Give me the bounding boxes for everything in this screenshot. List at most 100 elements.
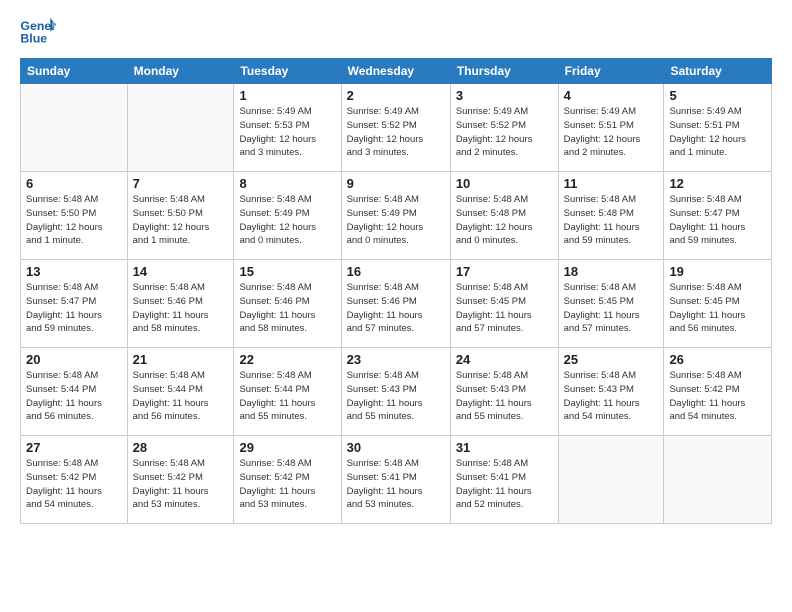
day-number: 17 [456,264,553,279]
day-info: Sunrise: 5:48 AM Sunset: 5:49 PM Dayligh… [347,193,445,248]
day-info: Sunrise: 5:48 AM Sunset: 5:43 PM Dayligh… [347,369,445,424]
day-info: Sunrise: 5:48 AM Sunset: 5:44 PM Dayligh… [26,369,122,424]
calendar-cell: 4 Sunrise: 5:49 AM Sunset: 5:51 PM Daylig… [558,84,664,172]
calendar-cell: 26 Sunrise: 5:48 AM Sunset: 5:42 PM Dayli… [664,348,772,436]
day-info: Sunrise: 5:48 AM Sunset: 5:46 PM Dayligh… [133,281,229,336]
calendar-cell: 7 Sunrise: 5:48 AM Sunset: 5:50 PM Daylig… [127,172,234,260]
day-number: 20 [26,352,122,367]
day-number: 12 [669,176,766,191]
weekday-header-tuesday: Tuesday [234,59,341,84]
day-info: Sunrise: 5:49 AM Sunset: 5:53 PM Dayligh… [239,105,335,160]
weekday-header-sunday: Sunday [21,59,128,84]
calendar-cell: 31 Sunrise: 5:48 AM Sunset: 5:41 PM Dayli… [450,436,558,524]
calendar-cell [558,436,664,524]
header: General Blue [20,16,772,46]
weekday-header-row: SundayMondayTuesdayWednesdayThursdayFrid… [21,59,772,84]
day-info: Sunrise: 5:49 AM Sunset: 5:52 PM Dayligh… [347,105,445,160]
day-info: Sunrise: 5:48 AM Sunset: 5:49 PM Dayligh… [239,193,335,248]
calendar-cell [127,84,234,172]
day-info: Sunrise: 5:48 AM Sunset: 5:42 PM Dayligh… [239,457,335,512]
day-number: 15 [239,264,335,279]
calendar-cell: 3 Sunrise: 5:49 AM Sunset: 5:52 PM Daylig… [450,84,558,172]
day-info: Sunrise: 5:48 AM Sunset: 5:48 PM Dayligh… [456,193,553,248]
day-info: Sunrise: 5:48 AM Sunset: 5:44 PM Dayligh… [133,369,229,424]
calendar-cell: 25Sunrise: 5:48 AM Sunset: 5:43 PM Dayli… [558,348,664,436]
day-number: 6 [26,176,122,191]
day-info: Sunrise: 5:48 AM Sunset: 5:45 PM Dayligh… [456,281,553,336]
day-info: Sunrise: 5:49 AM Sunset: 5:51 PM Dayligh… [564,105,659,160]
week-row-5: 27 Sunrise: 5:48 AM Sunset: 5:42 PM Dayli… [21,436,772,524]
day-number: 28 [133,440,229,455]
calendar-cell: 13 Sunrise: 5:48 AM Sunset: 5:47 PM Dayli… [21,260,128,348]
day-number: 9 [347,176,445,191]
calendar-cell [21,84,128,172]
calendar-cell: 14Sunrise: 5:48 AM Sunset: 5:46 PM Dayli… [127,260,234,348]
calendar-cell: 20 Sunrise: 5:48 AM Sunset: 5:44 PM Dayli… [21,348,128,436]
calendar-cell [664,436,772,524]
week-row-4: 20 Sunrise: 5:48 AM Sunset: 5:44 PM Dayli… [21,348,772,436]
day-number: 7 [133,176,229,191]
day-number: 11 [564,176,659,191]
calendar-cell: 10 Sunrise: 5:48 AM Sunset: 5:48 PM Dayli… [450,172,558,260]
day-info: Sunrise: 5:48 AM Sunset: 5:44 PM Dayligh… [239,369,335,424]
day-number: 30 [347,440,445,455]
week-row-3: 13 Sunrise: 5:48 AM Sunset: 5:47 PM Dayli… [21,260,772,348]
day-info: Sunrise: 5:48 AM Sunset: 5:50 PM Dayligh… [133,193,229,248]
week-row-1: 1Sunrise: 5:49 AM Sunset: 5:53 PM Daylig… [21,84,772,172]
day-info: Sunrise: 5:48 AM Sunset: 5:47 PM Dayligh… [26,281,122,336]
weekday-header-friday: Friday [558,59,664,84]
week-row-2: 6 Sunrise: 5:48 AM Sunset: 5:50 PM Daylig… [21,172,772,260]
day-number: 4 [564,88,659,103]
day-info: Sunrise: 5:48 AM Sunset: 5:42 PM Dayligh… [669,369,766,424]
day-number: 25 [564,352,659,367]
day-info: Sunrise: 5:48 AM Sunset: 5:45 PM Dayligh… [564,281,659,336]
day-number: 21 [133,352,229,367]
calendar-cell: 30Sunrise: 5:48 AM Sunset: 5:41 PM Dayli… [341,436,450,524]
calendar-cell: 18 Sunrise: 5:48 AM Sunset: 5:45 PM Dayli… [558,260,664,348]
day-info: Sunrise: 5:49 AM Sunset: 5:51 PM Dayligh… [669,105,766,160]
day-number: 10 [456,176,553,191]
day-number: 19 [669,264,766,279]
calendar-cell: 28 Sunrise: 5:48 AM Sunset: 5:42 PM Dayli… [127,436,234,524]
day-number: 23 [347,352,445,367]
calendar-cell: 17 Sunrise: 5:48 AM Sunset: 5:45 PM Dayli… [450,260,558,348]
calendar-cell: 23 Sunrise: 5:48 AM Sunset: 5:43 PM Dayli… [341,348,450,436]
day-info: Sunrise: 5:48 AM Sunset: 5:42 PM Dayligh… [26,457,122,512]
calendar: SundayMondayTuesdayWednesdayThursdayFrid… [20,58,772,524]
day-number: 8 [239,176,335,191]
weekday-header-wednesday: Wednesday [341,59,450,84]
day-number: 26 [669,352,766,367]
day-info: Sunrise: 5:48 AM Sunset: 5:48 PM Dayligh… [564,193,659,248]
day-number: 31 [456,440,553,455]
day-info: Sunrise: 5:49 AM Sunset: 5:52 PM Dayligh… [456,105,553,160]
calendar-cell: 21 Sunrise: 5:48 AM Sunset: 5:44 PM Dayli… [127,348,234,436]
logo: General Blue [20,16,32,46]
day-number: 27 [26,440,122,455]
day-info: Sunrise: 5:48 AM Sunset: 5:42 PM Dayligh… [133,457,229,512]
day-number: 22 [239,352,335,367]
day-info: Sunrise: 5:48 AM Sunset: 5:46 PM Dayligh… [347,281,445,336]
day-number: 29 [239,440,335,455]
day-number: 24 [456,352,553,367]
calendar-cell: 15 Sunrise: 5:48 AM Sunset: 5:46 PM Dayli… [234,260,341,348]
calendar-cell: 1Sunrise: 5:49 AM Sunset: 5:53 PM Daylig… [234,84,341,172]
calendar-cell: 8 Sunrise: 5:48 AM Sunset: 5:49 PM Daylig… [234,172,341,260]
day-number: 16 [347,264,445,279]
logo-icon: General Blue [20,16,56,46]
day-number: 18 [564,264,659,279]
day-number: 13 [26,264,122,279]
day-info: Sunrise: 5:48 AM Sunset: 5:41 PM Dayligh… [456,457,553,512]
calendar-cell: 2Sunrise: 5:49 AM Sunset: 5:52 PM Daylig… [341,84,450,172]
day-number: 5 [669,88,766,103]
weekday-header-saturday: Saturday [664,59,772,84]
day-info: Sunrise: 5:48 AM Sunset: 5:45 PM Dayligh… [669,281,766,336]
calendar-cell: 22 Sunrise: 5:48 AM Sunset: 5:44 PM Dayli… [234,348,341,436]
calendar-cell: 24Sunrise: 5:48 AM Sunset: 5:43 PM Dayli… [450,348,558,436]
calendar-cell: 16 Sunrise: 5:48 AM Sunset: 5:46 PM Dayli… [341,260,450,348]
calendar-cell: 27 Sunrise: 5:48 AM Sunset: 5:42 PM Dayli… [21,436,128,524]
calendar-cell: 6Sunrise: 5:48 AM Sunset: 5:50 PM Daylig… [21,172,128,260]
calendar-cell: 19 Sunrise: 5:48 AM Sunset: 5:45 PM Dayli… [664,260,772,348]
page: General Blue SundayMondayTuesdayWednesda… [0,0,792,536]
day-info: Sunrise: 5:48 AM Sunset: 5:46 PM Dayligh… [239,281,335,336]
day-number: 3 [456,88,553,103]
